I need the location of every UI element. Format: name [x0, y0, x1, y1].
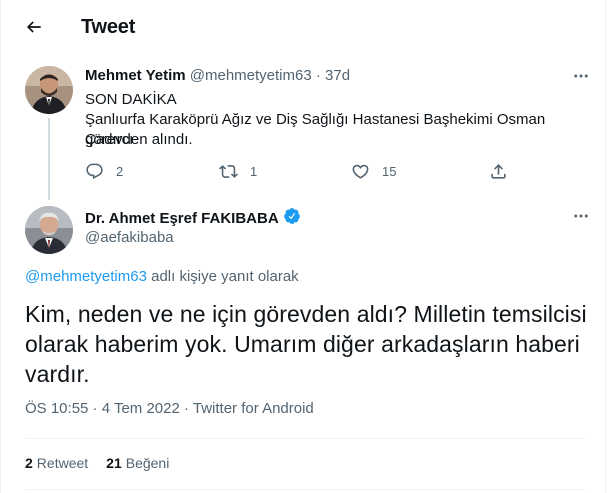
reply-button[interactable]: 2 [85, 160, 123, 182]
thread-connector-line [48, 118, 50, 200]
main-tweet-text-line: vardır. [25, 361, 90, 387]
divider [25, 438, 585, 439]
retweets-stat-count: 2 [25, 455, 33, 471]
reply-icon [85, 162, 104, 181]
replying-to: @mehmetyetim63 adlı kişiye yanıt olarak [25, 268, 299, 285]
reply-count: 2 [116, 163, 124, 179]
parent-tweet-text-line: görevden alındı. [85, 131, 193, 148]
tweet-page: Tweet Mehmet Yetim @mehmetyetim63 · 37d … [0, 0, 606, 493]
like-count: 15 [382, 163, 397, 179]
main-tweet-text-line: Kim, neden ve ne için görevden aldı? Mil… [25, 301, 587, 327]
avatar[interactable] [25, 66, 73, 114]
main-tweet-text-line: olarak haberim yok. Umarım diğer arkadaş… [25, 331, 580, 357]
parent-tweet-time[interactable]: 37d [325, 67, 350, 84]
like-button[interactable]: 15 [351, 160, 396, 182]
back-button[interactable] [19, 14, 49, 44]
parent-tweet-text-line: SON DAKİKA [85, 91, 177, 108]
retweet-count: 1 [250, 163, 258, 179]
retweets-stat[interactable]: 2 Retweet [25, 455, 88, 471]
retweet-button[interactable]: 1 [219, 160, 257, 182]
retweet-icon [219, 162, 238, 181]
main-author-handle[interactable]: @aefakibaba [85, 229, 174, 246]
page-title: Tweet [81, 16, 136, 38]
main-more-button[interactable] [569, 206, 593, 230]
more-icon [572, 207, 590, 230]
share-icon [489, 162, 508, 181]
reply-to-handle-link[interactable]: @mehmetyetim63 [25, 268, 147, 285]
likes-stat-count: 21 [106, 455, 122, 471]
main-author-row: Dr. Ahmet Eşref FAKIBABA [85, 207, 301, 229]
arrow-left-icon [24, 17, 44, 42]
parent-tweet-header: Mehmet Yetim @mehmetyetim63 · 37d [85, 67, 350, 84]
divider [25, 489, 585, 490]
tweet-timestamp-source[interactable]: ÖS 10:55 · 4 Tem 2022 · Twitter for Andr… [25, 400, 314, 417]
retweets-stat-label: Retweet [36, 455, 89, 471]
parent-author-handle[interactable]: @mehmetyetim63 [190, 67, 312, 84]
verified-badge-icon [283, 207, 301, 229]
likes-stat[interactable]: 21 Beğeni [106, 455, 169, 471]
page-header: Tweet [1, 0, 607, 56]
more-icon [572, 67, 590, 90]
parent-author-name[interactable]: Mehmet Yetim [85, 67, 186, 84]
reply-to-label: adlı kişiye yanıt olarak [146, 268, 299, 285]
share-button[interactable] [489, 160, 508, 182]
heart-icon [351, 162, 370, 181]
main-author-name[interactable]: Dr. Ahmet Eşref FAKIBABA [85, 210, 279, 227]
dot-separator: · [311, 67, 326, 84]
avatar[interactable] [25, 206, 73, 254]
engagement-stats: 2 Retweet 21 Beğeni [25, 455, 187, 471]
parent-more-button[interactable] [569, 66, 593, 90]
likes-stat-label: Beğeni [125, 455, 170, 471]
